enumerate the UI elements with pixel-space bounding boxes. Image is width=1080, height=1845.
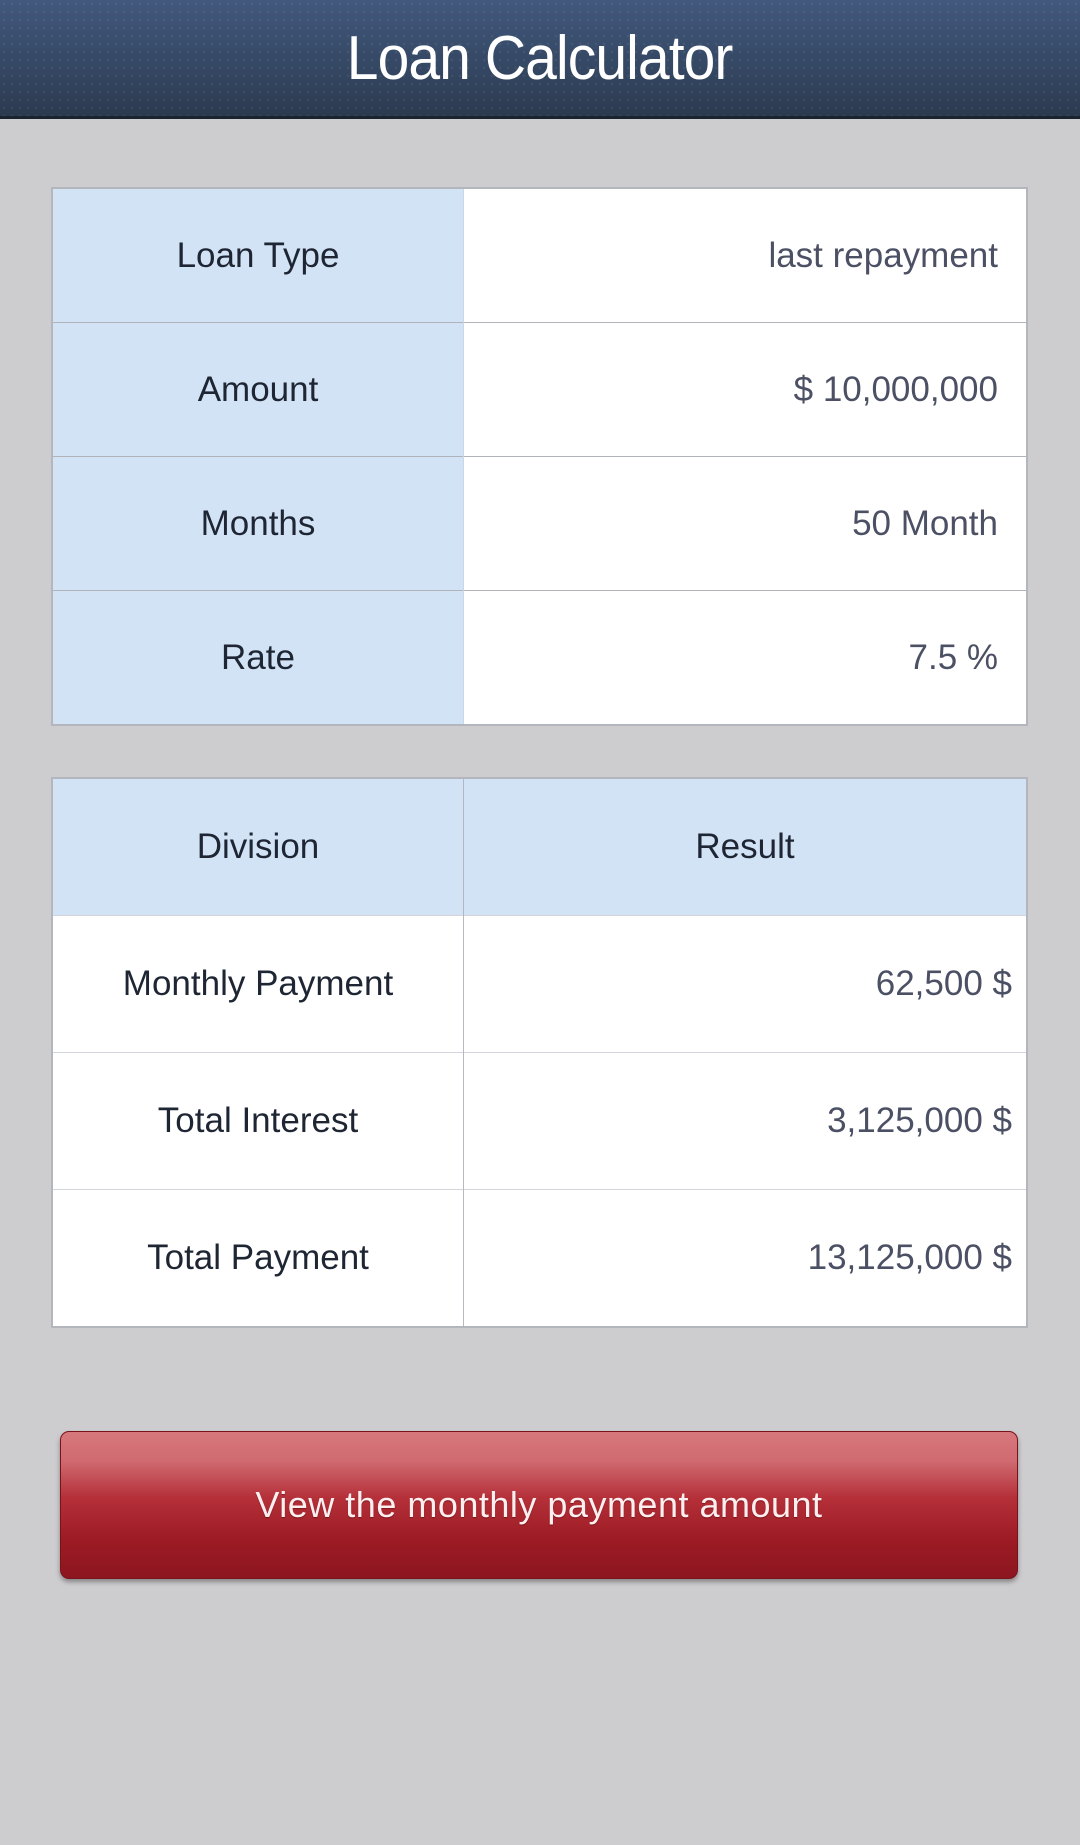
result-table: Division Result Monthly Payment 62,500 $… <box>51 777 1028 1328</box>
view-monthly-payment-button[interactable]: View the monthly payment amount <box>60 1431 1018 1579</box>
result-column-header: Result <box>463 778 1027 916</box>
total-payment-value: 13,125,000 $ <box>463 1189 1027 1327</box>
rate-field[interactable]: 7.5 % <box>463 590 1027 725</box>
amount-field[interactable]: $ 10,000,000 <box>463 322 1027 457</box>
input-row-amount[interactable]: Amount $ 10,000,000 <box>52 322 1027 457</box>
view-monthly-payment-label: View the monthly payment amount <box>255 1484 823 1525</box>
months-label: Months <box>52 456 464 591</box>
input-row-loan-type[interactable]: Loan Type last repayment <box>52 188 1027 323</box>
input-row-months[interactable]: Months 50 Month <box>52 456 1027 591</box>
result-row-total-interest: Total Interest 3,125,000 $ <box>52 1052 1027 1190</box>
app-title: Loan Calculator <box>347 23 734 93</box>
monthly-payment-value: 62,500 $ <box>463 915 1027 1053</box>
division-column-header: Division <box>52 778 464 916</box>
months-field[interactable]: 50 Month <box>463 456 1027 591</box>
loan-type-label: Loan Type <box>52 188 464 323</box>
monthly-payment-label: Monthly Payment <box>52 915 464 1053</box>
input-row-rate[interactable]: Rate 7.5 % <box>52 590 1027 725</box>
total-payment-label: Total Payment <box>52 1189 464 1327</box>
result-row-total-payment: Total Payment 13,125,000 $ <box>52 1189 1027 1327</box>
amount-label: Amount <box>52 322 464 457</box>
total-interest-value: 3,125,000 $ <box>463 1052 1027 1190</box>
total-interest-label: Total Interest <box>52 1052 464 1190</box>
loan-type-field[interactable]: last repayment <box>463 188 1027 323</box>
loan-input-table: Loan Type last repayment Amount $ 10,000… <box>51 187 1028 726</box>
rate-label: Rate <box>52 590 464 725</box>
result-row-monthly-payment: Monthly Payment 62,500 $ <box>52 915 1027 1053</box>
result-header-row: Division Result <box>52 778 1027 916</box>
app-header: Loan Calculator <box>0 0 1080 119</box>
